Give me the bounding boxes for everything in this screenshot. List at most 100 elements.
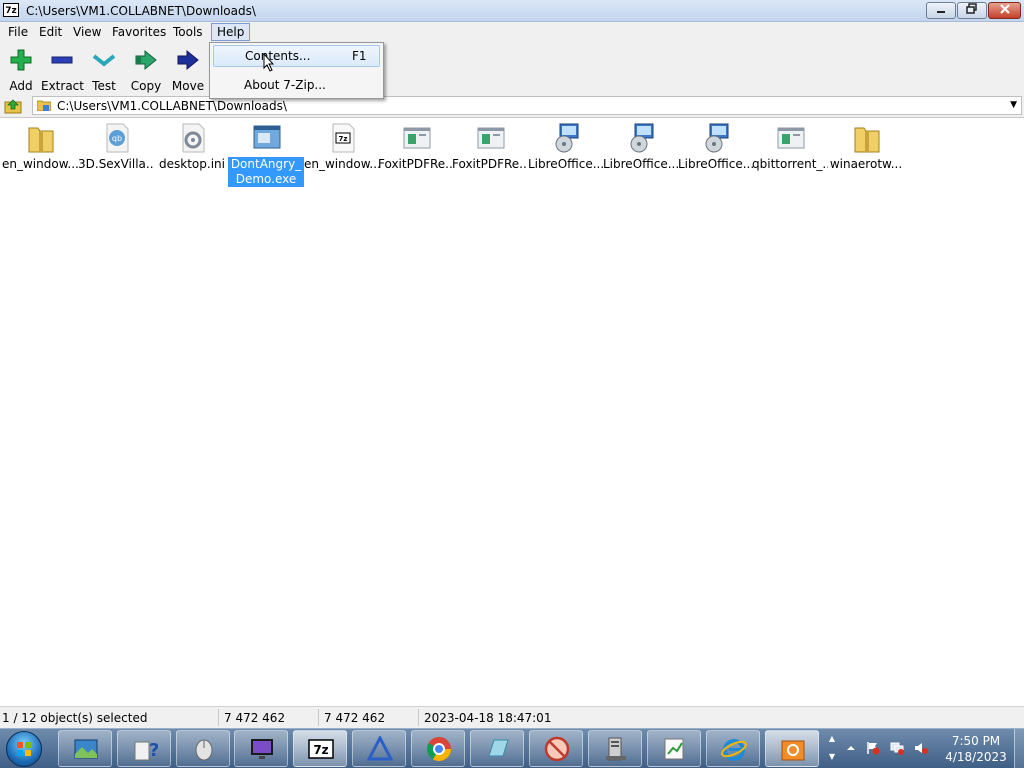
copy-button[interactable]: Copy xyxy=(125,46,167,93)
file-item[interactable]: LibreOffice... (1).msi xyxy=(528,118,604,190)
menu-item-contents[interactable]: Contents... F1 xyxy=(213,45,380,67)
menu-file[interactable]: File xyxy=(3,23,33,41)
close-icon xyxy=(999,4,1010,14)
7zip-icon: 7z xyxy=(308,739,334,759)
test-label: Test xyxy=(92,79,116,93)
file-item[interactable]: qb 3D.SexVilla.... xyxy=(78,118,154,190)
taskbar-help[interactable]: ? xyxy=(117,730,171,767)
checkmark-icon xyxy=(92,54,116,67)
taskbar-blocked-app[interactable] xyxy=(529,730,583,767)
file-item[interactable]: desktop.ini xyxy=(154,118,230,190)
test-button[interactable]: Test xyxy=(83,46,125,93)
menu-bar: File Edit View Favorites Tools Help xyxy=(0,22,1024,42)
folder-zip-icon xyxy=(28,127,54,153)
chrome-icon xyxy=(426,737,451,762)
system-clock[interactable]: 7:50 PM 4/18/2023 xyxy=(940,733,1012,765)
status-bar: 1 / 12 object(s) selected 7 472 462 7 47… xyxy=(0,706,1024,728)
file-item[interactable]: 7z en_window... xyxy=(304,118,380,190)
file-list[interactable]: en_window... qb 3D.SexVilla.... desktop.… xyxy=(0,118,1024,704)
menu-edit[interactable]: Edit xyxy=(34,23,67,41)
copy-arrow-icon xyxy=(135,49,157,71)
file-item[interactable]: FoxitPDFRe... xyxy=(452,118,528,190)
close-button[interactable] xyxy=(988,2,1021,19)
taskbar-server-manager[interactable] xyxy=(588,730,642,767)
chevron-down-icon[interactable]: ▼ xyxy=(826,748,838,766)
move-button[interactable]: Move xyxy=(167,46,209,93)
svg-text:7z: 7z xyxy=(339,135,348,143)
status-packed-size: 7 472 462 xyxy=(324,711,386,725)
menu-view[interactable]: View xyxy=(68,23,106,41)
file-name: DontAngry_Demo.exe xyxy=(228,157,304,187)
taskbar-app-triangle[interactable] xyxy=(352,730,406,767)
exe-icon xyxy=(777,127,805,149)
taskbar-internet-explorer[interactable] xyxy=(706,730,760,767)
taskbar-package-app[interactable] xyxy=(765,730,819,767)
help-dropdown-menu: Contents... F1 About 7-Zip... xyxy=(209,42,384,99)
chevron-down-icon[interactable]: ▼ xyxy=(1010,100,1017,110)
add-label: Add xyxy=(9,79,33,93)
network-error-icon[interactable] xyxy=(890,741,904,755)
file-item[interactable]: FoxitPDFRe... (1).exe xyxy=(378,118,454,190)
file-item[interactable]: LibreOffice... xyxy=(678,118,754,190)
volume-muted-icon[interactable] xyxy=(914,741,928,755)
file-item[interactable]: en_window... xyxy=(2,118,78,190)
move-arrow-icon xyxy=(177,49,199,71)
contents-shortcut: F1 xyxy=(352,49,367,63)
taskbar-notes[interactable] xyxy=(470,730,524,767)
taskbar-editor[interactable] xyxy=(647,730,701,767)
status-modified: 2023-04-18 18:47:01 xyxy=(424,711,552,725)
file-item-selected[interactable]: DontAngry_Demo.exe xyxy=(228,118,304,190)
toolbar: Add Extract Test Copy Move xyxy=(0,42,1024,94)
file-item[interactable]: qbittorrent_... xyxy=(752,118,828,190)
file-name: LibreOffice... (1).msi xyxy=(528,157,604,171)
up-folder-icon[interactable] xyxy=(4,97,22,115)
blocked-icon xyxy=(544,736,570,762)
address-bar[interactable]: C:\Users\VM1.COLLABNET\Downloads\ ▼ xyxy=(32,96,1022,115)
extract-button[interactable]: Extract xyxy=(41,46,84,93)
file-item[interactable]: LibreOffice... (2).msi xyxy=(603,118,679,190)
add-button[interactable]: Add xyxy=(0,46,42,93)
address-row: C:\Users\VM1.COLLABNET\Downloads\ ▼ xyxy=(0,94,1024,118)
msi-installer-icon xyxy=(555,123,579,153)
triangle-app-icon xyxy=(367,736,393,761)
file-name: winaerotw... xyxy=(829,157,903,171)
menu-tools[interactable]: Tools xyxy=(168,23,208,41)
title-bar[interactable]: 7z C:\Users\VM1.COLLABNET\Downloads\ xyxy=(0,0,1024,22)
chart-editor-icon xyxy=(664,738,684,760)
show-desktop-button[interactable] xyxy=(1014,729,1024,769)
server-icon xyxy=(606,737,626,761)
taskbar-display[interactable] xyxy=(234,730,288,767)
taskbar-picture-viewer[interactable] xyxy=(58,730,112,767)
chevron-up-icon[interactable]: ▲ xyxy=(826,730,838,748)
flag-error-icon[interactable] xyxy=(866,741,880,755)
clock-time: 7:50 PM xyxy=(951,734,1001,748)
msi-installer-icon xyxy=(705,123,729,153)
move-label: Move xyxy=(171,79,205,93)
menu-item-about[interactable]: About 7-Zip... xyxy=(213,74,380,96)
file-item[interactable]: winaerotw... xyxy=(828,118,904,190)
7zip-app-icon[interactable]: 7z xyxy=(3,3,19,17)
taskbar-scroll[interactable]: ▲ ▼ xyxy=(826,730,838,767)
start-button[interactable] xyxy=(6,731,42,767)
file-name: en_window... xyxy=(2,157,78,171)
exe-icon xyxy=(477,127,505,149)
7z-archive-icon: 7z xyxy=(332,123,355,153)
taskbar-7zip[interactable]: 7z xyxy=(293,730,347,767)
address-path: C:\Users\VM1.COLLABNET\Downloads\ xyxy=(57,99,287,113)
picture-icon xyxy=(74,739,98,759)
plus-icon xyxy=(10,49,32,71)
minimize-button[interactable] xyxy=(926,2,956,19)
taskbar-mouse-settings[interactable] xyxy=(176,730,230,767)
minus-icon xyxy=(51,56,73,64)
internet-explorer-icon xyxy=(721,739,747,761)
menu-help[interactable]: Help xyxy=(211,23,251,41)
status-selected-count: 1 / 12 object(s) selected xyxy=(2,711,148,725)
restore-button[interactable] xyxy=(957,2,987,19)
clock-date: 4/18/2023 xyxy=(945,750,1007,764)
file-name: LibreOffice... (2).msi xyxy=(603,157,679,171)
folder-zip-icon xyxy=(854,127,880,153)
svg-text:?: ? xyxy=(149,740,158,761)
taskbar-chrome[interactable] xyxy=(411,730,465,767)
menu-favorites[interactable]: Favorites xyxy=(107,23,171,41)
show-hidden-icons-icon[interactable] xyxy=(846,743,856,753)
